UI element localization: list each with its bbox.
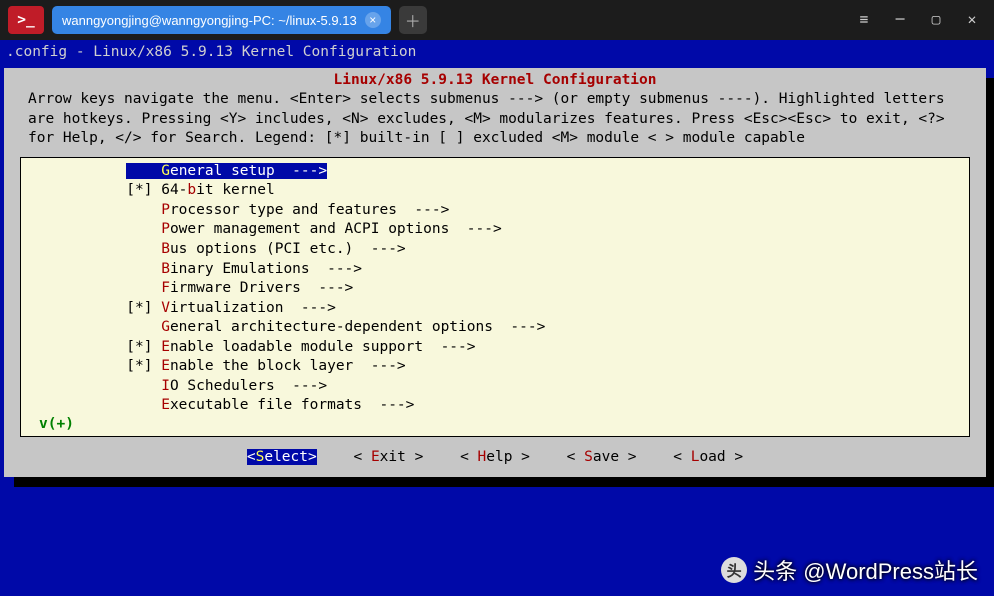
- help-text: Arrow keys navigate the menu. <Enter> se…: [12, 90, 978, 153]
- menuconfig-panel: Linux/x86 5.9.13 Kernel Configuration Ar…: [4, 68, 986, 477]
- menu-item[interactable]: Binary Emulations --->: [21, 260, 969, 280]
- help-button[interactable]: < Help >: [460, 449, 530, 465]
- watermark-icon: 头: [721, 557, 747, 583]
- menu-item[interactable]: [*] 64-bit kernel: [21, 181, 969, 201]
- menu-item[interactable]: [*] Virtualization --->: [21, 299, 969, 319]
- menu-item[interactable]: General architecture-dependent options -…: [21, 318, 969, 338]
- tab-close-icon[interactable]: ×: [365, 12, 381, 28]
- hamburger-menu-icon[interactable]: ≡: [850, 6, 878, 34]
- menu-item[interactable]: General setup --->: [21, 162, 969, 182]
- menu-item[interactable]: IO Schedulers --->: [21, 377, 969, 397]
- menu-list: General setup ---> [*] 64-bit kernel Pro…: [20, 157, 970, 437]
- select-button[interactable]: <Select>: [247, 449, 317, 465]
- window-titlebar: >_ wanngyongjing@wanngyongjing-PC: ~/lin…: [0, 0, 994, 40]
- terminal-area: .config - Linux/x86 5.9.13 Kernel Config…: [0, 40, 994, 596]
- more-indicator: v(+): [21, 416, 969, 432]
- terminal-app-icon: >_: [8, 6, 44, 34]
- menu-item[interactable]: Bus options (PCI etc.) --->: [21, 240, 969, 260]
- panel-title: Linux/x86 5.9.13 Kernel Configuration: [12, 72, 978, 88]
- menu-item[interactable]: [*] Enable loadable module support --->: [21, 338, 969, 358]
- save-button[interactable]: < Save >: [567, 449, 637, 465]
- config-title-line: .config - Linux/x86 5.9.13 Kernel Config…: [4, 42, 990, 62]
- menu-item[interactable]: Executable file formats --->: [21, 396, 969, 416]
- maximize-icon[interactable]: ▢: [922, 6, 950, 34]
- menu-item[interactable]: Processor type and features --->: [21, 201, 969, 221]
- menu-item[interactable]: Firmware Drivers --->: [21, 279, 969, 299]
- minimize-icon[interactable]: ─: [886, 6, 914, 34]
- load-button[interactable]: < Load >: [673, 449, 743, 465]
- tab-title: wanngyongjing@wanngyongjing-PC: ~/linux-…: [62, 13, 357, 28]
- menu-item[interactable]: Power management and ACPI options --->: [21, 220, 969, 240]
- exit-button[interactable]: < Exit >: [353, 449, 423, 465]
- close-icon[interactable]: ✕: [958, 6, 986, 34]
- terminal-tab[interactable]: wanngyongjing@wanngyongjing-PC: ~/linux-…: [52, 6, 391, 34]
- button-row: <Select> < Exit > < Help > < Save > < Lo…: [12, 445, 978, 469]
- menu-item[interactable]: [*] Enable the block layer --->: [21, 357, 969, 377]
- new-tab-button[interactable]: ＋: [399, 6, 427, 34]
- watermark: 头 头条 @WordPress站长: [721, 554, 978, 586]
